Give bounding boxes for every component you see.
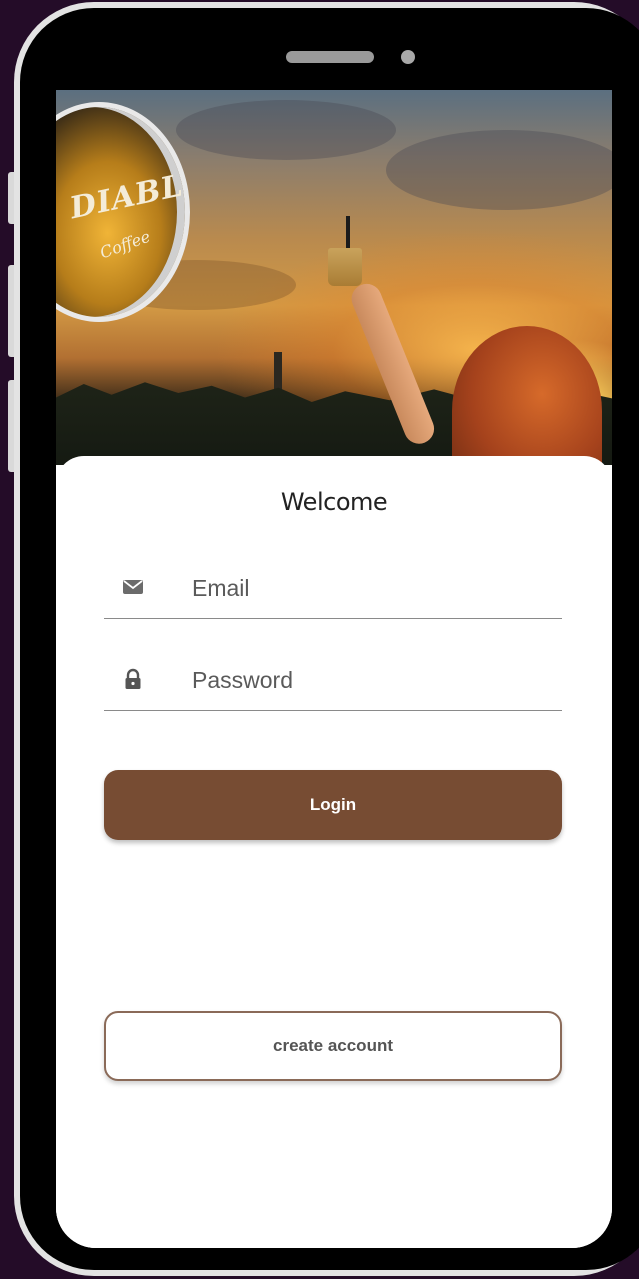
drink-straw bbox=[346, 216, 350, 252]
login-card: Welcome Email Login create account bbox=[56, 456, 612, 1248]
login-button[interactable]: Login bbox=[104, 770, 562, 840]
brand-logo-text: DIABLO bbox=[66, 162, 190, 227]
hero-image: DIABLO Coffee bbox=[56, 90, 612, 496]
iced-coffee-cup bbox=[328, 248, 362, 286]
distant-tower bbox=[274, 352, 282, 392]
brand-logo-subtext: Coffee bbox=[97, 226, 153, 263]
lock-icon bbox=[122, 668, 144, 690]
speaker-grille bbox=[286, 51, 374, 63]
create-account-button[interactable]: create account bbox=[104, 1011, 562, 1081]
email-input[interactable] bbox=[192, 562, 552, 614]
envelope-icon bbox=[122, 576, 144, 598]
password-input[interactable] bbox=[192, 654, 552, 706]
cloud-shape bbox=[176, 100, 396, 160]
cloud-shape bbox=[386, 130, 612, 210]
email-field bbox=[104, 558, 562, 619]
device-stage: DIABLO Coffee Welcome Email Login create… bbox=[0, 0, 639, 1279]
app-screen: DIABLO Coffee Welcome Email Login create… bbox=[56, 90, 612, 1248]
welcome-title: Welcome bbox=[280, 488, 388, 516]
password-field bbox=[104, 650, 562, 711]
front-camera bbox=[401, 50, 415, 64]
